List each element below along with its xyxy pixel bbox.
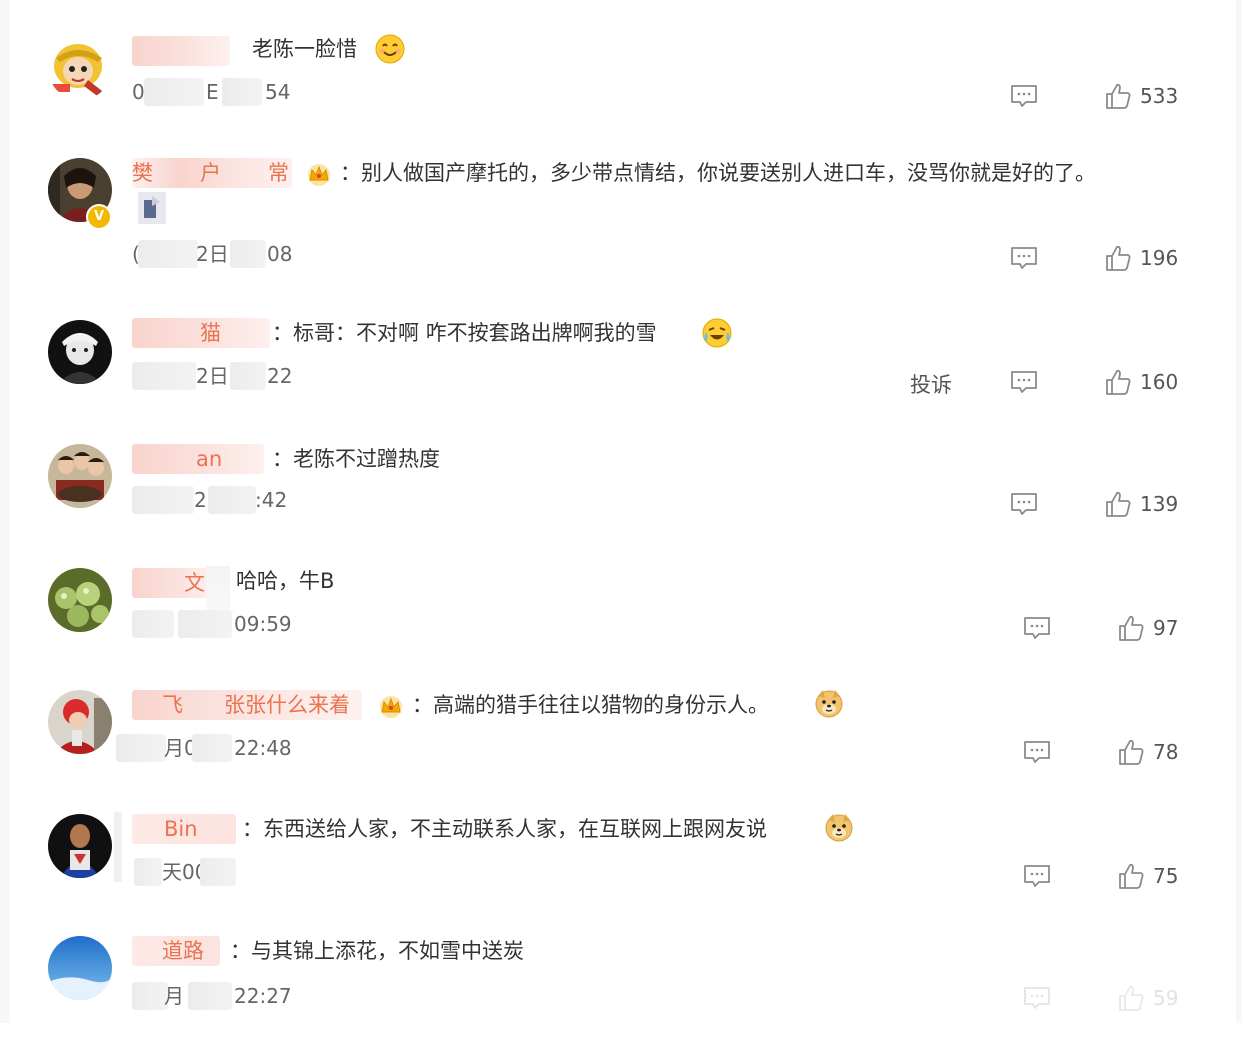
timestamp-mid: 2日 xyxy=(196,364,229,388)
like-count: 75 xyxy=(1153,864,1179,888)
page-background: 老陈一脸惜 0 E 54 533 V 樊 户 常 ：别人做国产摩托的，多少带点情… xyxy=(0,0,1242,1023)
comment-item: 文 哈哈，牛B 09:59 97 xyxy=(10,566,1236,690)
like-count: 196 xyxy=(1140,246,1179,270)
comment-text: ：标哥：不对啊 咋不按套路出牌啊我的雪 xyxy=(272,321,657,345)
username-fragment[interactable]: 道路 xyxy=(162,936,204,966)
username-fragment[interactable]: 飞 xyxy=(162,690,183,720)
reply-icon[interactable] xyxy=(1010,370,1038,394)
timestamp-mid: 2 xyxy=(194,488,207,512)
like-count: 533 xyxy=(1140,84,1179,108)
username-fragment[interactable]: Bin xyxy=(164,814,198,844)
username-fragment[interactable]: 户 xyxy=(200,158,221,188)
reply-icon[interactable] xyxy=(1023,864,1051,888)
reply-icon[interactable] xyxy=(1023,740,1051,764)
timestamp-masked xyxy=(116,734,166,762)
watermark-overlay xyxy=(870,980,1230,1020)
timestamp: 22:27 xyxy=(234,984,292,1008)
comment-text: ：东西送给人家，不主动联系人家，在互联网上跟网友说 xyxy=(242,817,767,841)
comment-text: ：高端的猎手往往以猎物的身份示人。 xyxy=(412,693,769,717)
timestamp: 08 xyxy=(267,242,293,266)
timestamp: 22:48 xyxy=(234,736,292,760)
doge-emoji-icon xyxy=(815,690,843,718)
comment-item: 猫 ：标哥：不对啊 咋不按套路出牌啊我的雪 2日 22 投诉 160 xyxy=(10,318,1236,442)
like-count: 78 xyxy=(1153,740,1179,764)
avatar[interactable] xyxy=(48,814,112,878)
laugh-cry-emoji-icon xyxy=(702,318,732,348)
username-fragment[interactable]: 常 xyxy=(268,158,289,188)
avatar[interactable] xyxy=(48,690,112,754)
timestamp: 22 xyxy=(267,364,293,388)
crown-icon xyxy=(380,696,402,718)
comment-text: 哈哈，牛B xyxy=(236,569,335,593)
reply-icon[interactable] xyxy=(1010,492,1038,516)
like-count: 139 xyxy=(1140,492,1179,516)
thumbs-up-icon[interactable] xyxy=(1117,862,1145,890)
reply-icon[interactable] xyxy=(1010,84,1038,108)
username-fragment[interactable]: 猫 xyxy=(200,318,221,348)
like-count: 160 xyxy=(1140,370,1179,394)
mask-strip xyxy=(114,812,122,882)
timestamp-mid: 2日 xyxy=(196,242,229,266)
doge-emoji-icon xyxy=(825,814,853,842)
username-fragment[interactable]: 文 xyxy=(184,568,205,598)
timestamp-masked xyxy=(208,486,256,514)
like-count: 97 xyxy=(1153,616,1179,640)
avatar[interactable] xyxy=(48,36,112,100)
comment-item: V 樊 户 常 ：别人做国产摩托的，多少带点情结，你说要送别人进口车，没骂你就是… xyxy=(10,154,1236,278)
timestamp-mid: 月 xyxy=(164,984,184,1008)
avatar[interactable] xyxy=(48,320,112,384)
timestamp-masked xyxy=(178,610,232,638)
thumbs-up-icon[interactable] xyxy=(1117,738,1145,766)
timestamp-masked xyxy=(188,982,232,1010)
timestamp-masked xyxy=(132,982,168,1010)
reply-icon[interactable] xyxy=(1010,246,1038,270)
username-masked[interactable] xyxy=(132,36,230,66)
reply-icon[interactable] xyxy=(1023,616,1051,640)
timestamp-masked xyxy=(132,486,194,514)
avatar[interactable] xyxy=(48,936,112,1000)
thumbs-up-icon[interactable] xyxy=(1117,614,1145,642)
avatar[interactable] xyxy=(48,444,112,508)
timestamp-masked xyxy=(144,78,204,106)
timestamp-masked xyxy=(230,240,266,268)
image-thumbnail[interactable] xyxy=(138,192,166,224)
comment-item: 飞 张张什么来着 ：高端的猎手往往以猎物的身份示人。 月0 22:48 78 xyxy=(10,688,1236,812)
crown-icon xyxy=(308,164,330,186)
comment-item: Bin ：东西送给人家，不主动联系人家，在互联网上跟网友说 天00 75 xyxy=(10,812,1236,936)
avatar[interactable] xyxy=(48,568,112,632)
comment-text: ：与其锦上添花，不如雪中送炭 xyxy=(230,939,524,963)
timestamp-masked xyxy=(138,240,198,268)
comment-item: an ：老陈不过蹭热度 2 :42 139 xyxy=(10,442,1236,566)
timestamp-masked xyxy=(192,734,232,762)
timestamp-masked xyxy=(222,78,262,106)
timestamp: 54 xyxy=(265,80,291,104)
smile-emoji-icon xyxy=(375,34,405,64)
username-fragment[interactable]: 张张什么来着 xyxy=(224,690,350,720)
timestamp-masked xyxy=(134,858,162,886)
timestamp-masked xyxy=(132,610,174,638)
comment-text: 老陈一脸惜 xyxy=(252,37,357,61)
comment-text: ：老陈不过蹭热度 xyxy=(272,447,440,471)
thumbs-up-icon[interactable] xyxy=(1104,244,1132,272)
comment-list: 老陈一脸惜 0 E 54 533 V 樊 户 常 ：别人做国产摩托的，多少带点情… xyxy=(10,0,1236,1023)
timestamp-mid: E xyxy=(206,80,219,104)
comment-item: 老陈一脸惜 0 E 54 533 xyxy=(10,30,1236,154)
verified-badge-icon: V xyxy=(86,204,112,230)
thumbs-up-icon[interactable] xyxy=(1104,82,1132,110)
report-link[interactable]: 投诉 xyxy=(910,370,952,400)
timestamp-masked xyxy=(132,362,196,390)
thumbs-up-icon[interactable] xyxy=(1104,490,1132,518)
username-fragment[interactable]: 樊 xyxy=(132,158,153,188)
comment-text: ：别人做国产摩托的，多少带点情结，你说要送别人进口车，没骂你就是好的了。 xyxy=(340,161,1096,185)
timestamp: :42 xyxy=(255,488,288,512)
timestamp-masked xyxy=(200,858,236,886)
timestamp-prefix: 0 xyxy=(132,80,145,104)
username-fragment[interactable]: an xyxy=(196,444,222,474)
timestamp-masked xyxy=(230,362,266,390)
timestamp: 09:59 xyxy=(234,612,292,636)
thumbs-up-icon[interactable] xyxy=(1104,368,1132,396)
